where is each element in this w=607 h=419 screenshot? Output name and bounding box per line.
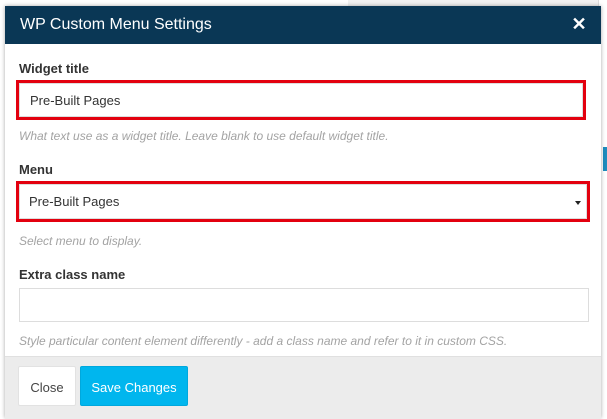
save-button[interactable]: Save Changes	[80, 366, 188, 406]
menu-label: Menu	[19, 162, 53, 177]
close-button[interactable]: Close	[18, 366, 76, 406]
modal-header: WP Custom Menu Settings ✕	[5, 6, 601, 44]
menu-select-value: Pre-Built Pages	[29, 194, 120, 209]
widget-title-label: Widget title	[19, 61, 89, 76]
modal-footer: Close Save Changes	[5, 356, 601, 419]
modal-body: Widget title What text use as a widget t…	[5, 44, 601, 356]
settings-modal: WP Custom Menu Settings ✕ Widget title W…	[5, 6, 601, 419]
chevron-down-icon	[575, 201, 581, 205]
modal-title: WP Custom Menu Settings	[20, 16, 212, 33]
menu-description: Select menu to display.	[19, 234, 143, 248]
widget-title-description: What text use as a widget title. Leave b…	[19, 129, 389, 143]
background-accent	[603, 147, 607, 171]
extra-class-input[interactable]	[19, 288, 589, 322]
extra-class-label: Extra class name	[19, 267, 126, 282]
menu-select[interactable]: Pre-Built Pages	[19, 184, 587, 219]
widget-title-input[interactable]	[19, 83, 583, 117]
close-icon[interactable]: ✕	[571, 15, 587, 33]
extra-class-description: Style particular content element differe…	[19, 334, 508, 348]
